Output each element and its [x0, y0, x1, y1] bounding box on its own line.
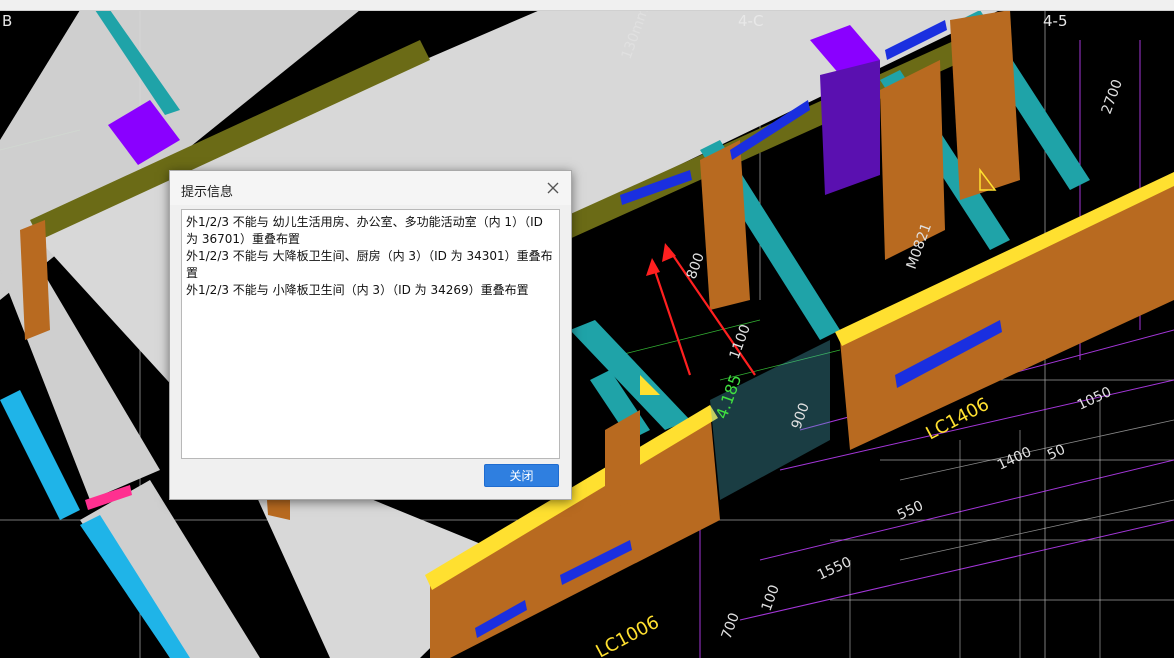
top-toolbar-strip [0, 0, 1174, 11]
message-line: 外1/2/3 不能与 幼儿生活用房、办公室、多功能活动室（内 1）（ID 为 3… [186, 215, 547, 246]
wall-left [20, 220, 50, 340]
close-button[interactable]: 关闭 [484, 464, 559, 487]
info-dialog: 提示信息 外1/2/3 不能与 幼儿生活用房、办公室、多功能活动室（内 1）（I… [169, 170, 572, 500]
dialog-title: 提示信息 [181, 185, 234, 200]
message-line: 外1/2/3 不能与 小降板卫生间（内 3）（ID 为 34269）重叠布置 [186, 283, 529, 297]
dialog-titlebar[interactable]: 提示信息 [170, 171, 571, 205]
axis-label-4c: 4-C [738, 12, 764, 30]
close-icon[interactable] [543, 178, 563, 198]
wall-mid-2 [880, 60, 945, 260]
purple-column-2-side [820, 60, 880, 195]
message-textbox[interactable]: 外1/2/3 不能与 幼儿生活用房、办公室、多功能活动室（内 1）（ID 为 3… [181, 209, 560, 459]
message-line: 外1/2/3 不能与 大降板卫生间、厨房（内 3）（ID 为 34301）重叠布… [186, 249, 553, 280]
axis-label-b: B [2, 12, 13, 30]
axis-label-45: 4-5 [1043, 12, 1068, 30]
wall-mid-3 [950, 10, 1020, 200]
